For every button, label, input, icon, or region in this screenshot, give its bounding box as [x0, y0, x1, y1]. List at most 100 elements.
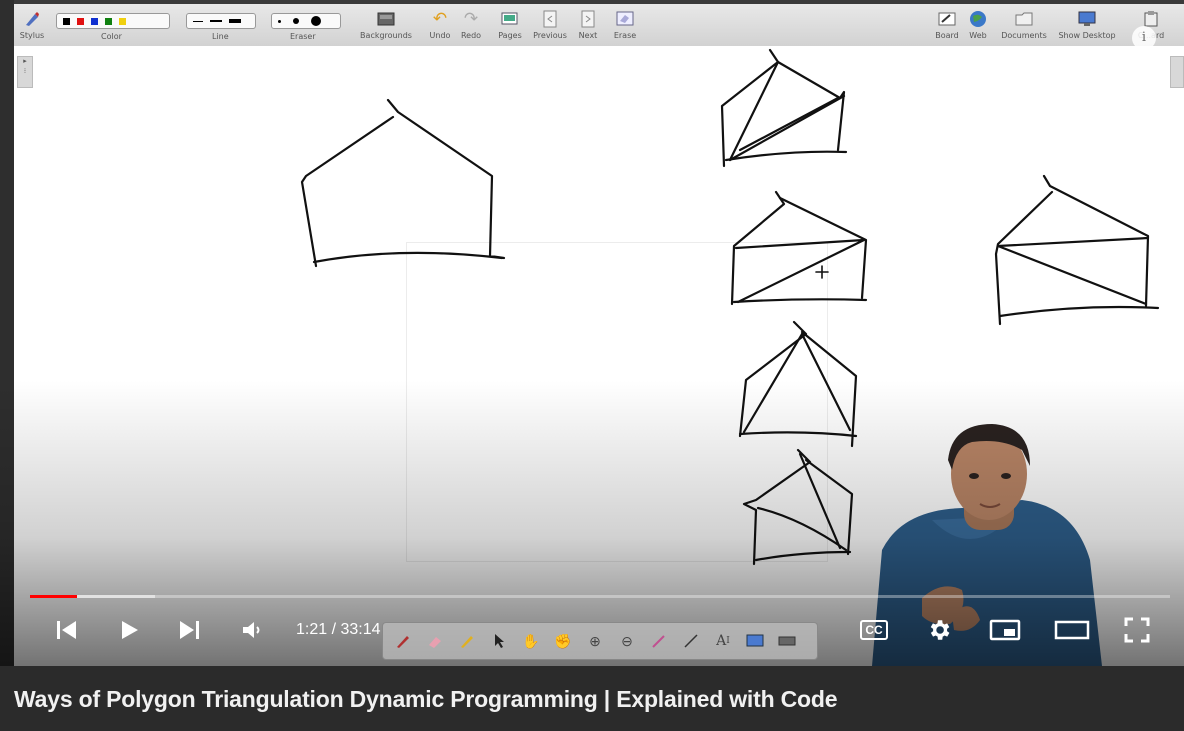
pointer-icon[interactable]: [489, 631, 509, 651]
pages-icon: [500, 9, 520, 29]
right-side-panel-tab[interactable]: [1170, 56, 1184, 88]
whiteboard-toolbar: Stylus Color Line Eraser Backgrounds ↶ U…: [14, 4, 1184, 47]
redo-button[interactable]: ↷ Redo: [456, 4, 486, 46]
previous-label: Previous: [533, 31, 567, 40]
line-label: Line: [212, 32, 229, 41]
eraser-medium-option[interactable]: [293, 18, 299, 24]
pentagon-large: [300, 98, 506, 268]
grab-hand-icon[interactable]: ✊: [553, 631, 573, 651]
skip-next-icon: [180, 621, 199, 639]
line-width-picker[interactable]: [186, 13, 256, 29]
magic-pen-icon[interactable]: [649, 631, 669, 651]
documents-label: Documents: [1001, 31, 1047, 40]
fullscreen-button[interactable]: [1118, 612, 1156, 648]
stylus-icon: [22, 9, 42, 29]
redo-label: Redo: [460, 31, 482, 40]
pages-button[interactable]: Pages: [494, 4, 526, 46]
play-icon: [122, 621, 138, 639]
redo-icon: ↷: [463, 9, 479, 28]
keyboard-icon[interactable]: [777, 631, 797, 651]
pentagon-triangulation-4: [738, 320, 858, 448]
pages-label: Pages: [498, 31, 522, 40]
color-palette[interactable]: [56, 13, 170, 29]
documents-button[interactable]: Documents: [996, 4, 1052, 46]
cc-icon: CC: [860, 620, 888, 640]
text-tool-icon[interactable]: AI: [713, 631, 733, 651]
stylus-tool[interactable]: Stylus: [18, 4, 46, 46]
color-swatch[interactable]: [63, 17, 70, 25]
undo-button[interactable]: ↶ Undo: [424, 4, 456, 46]
erase-icon: [615, 9, 635, 29]
screen-capture-icon[interactable]: [745, 631, 765, 651]
next-icon: [578, 9, 598, 29]
color-swatch[interactable]: [91, 17, 98, 25]
web-button[interactable]: Web: [964, 4, 992, 46]
zoom-in-icon[interactable]: ⊕: [585, 631, 605, 651]
zoom-out-icon[interactable]: ⊖: [617, 631, 637, 651]
video-frame[interactable]: Stylus Color Line Eraser Backgrounds ↶ U…: [0, 0, 1184, 666]
info-icon[interactable]: i: [1132, 26, 1156, 50]
eraser-small-option[interactable]: [278, 19, 281, 23]
floating-pen-toolbar: ✋ ✊ ⊕ ⊖ AI: [382, 622, 818, 660]
show-desktop-icon: [1077, 9, 1097, 29]
undo-icon: ↶: [432, 9, 448, 28]
board-icon: [937, 9, 957, 29]
previous-button[interactable]: Previous: [528, 4, 572, 46]
pentagon-triangulation-2: [730, 190, 868, 306]
color-swatch[interactable]: [77, 17, 84, 25]
settings-icon: [930, 620, 950, 640]
pentagon-triangulation-3: [994, 174, 1160, 326]
previous-icon: [540, 9, 560, 29]
web-icon: [968, 9, 988, 29]
pentagon-triangulation-5: [742, 448, 854, 566]
theater-icon: [1054, 620, 1090, 640]
time-display: 1:21 / 33:14: [296, 621, 381, 638]
show-desktop-button[interactable]: Show Desktop: [1054, 4, 1120, 46]
color-swatch[interactable]: [119, 17, 126, 25]
stylus-label: Stylus: [19, 31, 45, 40]
video-left-border: [0, 0, 14, 666]
play-button[interactable]: [112, 612, 146, 648]
skip-back-icon: [57, 621, 76, 639]
board-button[interactable]: Board: [932, 4, 962, 46]
video-title[interactable]: Ways of Polygon Triangulation Dynamic Pr…: [14, 686, 838, 713]
documents-icon: [1014, 9, 1034, 29]
eraser-label: Eraser: [290, 32, 316, 41]
eraser-large-option[interactable]: [311, 16, 321, 26]
pen-red-icon[interactable]: [393, 631, 413, 651]
miniplayer-button[interactable]: [986, 612, 1024, 648]
pan-hand-icon[interactable]: ✋: [521, 631, 541, 651]
line-thick-option[interactable]: [229, 19, 241, 23]
next-button[interactable]: Next: [574, 4, 602, 46]
next-video-button[interactable]: [174, 612, 206, 648]
mute-button[interactable]: [236, 612, 268, 648]
board-label: Board: [935, 31, 959, 40]
backgrounds-label: Backgrounds: [360, 31, 412, 40]
highlighter-icon[interactable]: [457, 631, 477, 651]
erase-button[interactable]: Erase: [610, 4, 640, 46]
progress-played: [30, 595, 77, 598]
captions-button[interactable]: CC: [856, 612, 892, 648]
progress-bar[interactable]: [30, 595, 1170, 598]
color-label: Color: [101, 32, 122, 41]
pentagon-triangulation-1: [720, 48, 848, 168]
miniplayer-icon: [989, 619, 1021, 641]
line-medium-option[interactable]: [210, 20, 222, 22]
settings-button[interactable]: [922, 612, 956, 648]
backgrounds-tool[interactable]: Backgrounds: [356, 4, 416, 46]
eraser-size-picker[interactable]: [271, 13, 341, 29]
line-tool-icon[interactable]: [681, 631, 701, 651]
show-desktop-label: Show Desktop: [1058, 31, 1116, 40]
previous-video-button[interactable]: [50, 612, 82, 648]
web-label: Web: [969, 31, 987, 40]
volume-icon: [243, 622, 260, 638]
theater-mode-button[interactable]: [1052, 612, 1092, 648]
eraser-pink-icon[interactable]: [425, 631, 445, 651]
color-swatch[interactable]: [105, 17, 112, 25]
left-side-panel-tab[interactable]: ▸ ⁝: [17, 56, 33, 88]
line-thin-option[interactable]: [193, 20, 203, 22]
erase-label: Erase: [613, 31, 637, 40]
next-label: Next: [578, 31, 598, 40]
fullscreen-icon: [1124, 617, 1150, 643]
backgrounds-icon: [376, 9, 396, 29]
